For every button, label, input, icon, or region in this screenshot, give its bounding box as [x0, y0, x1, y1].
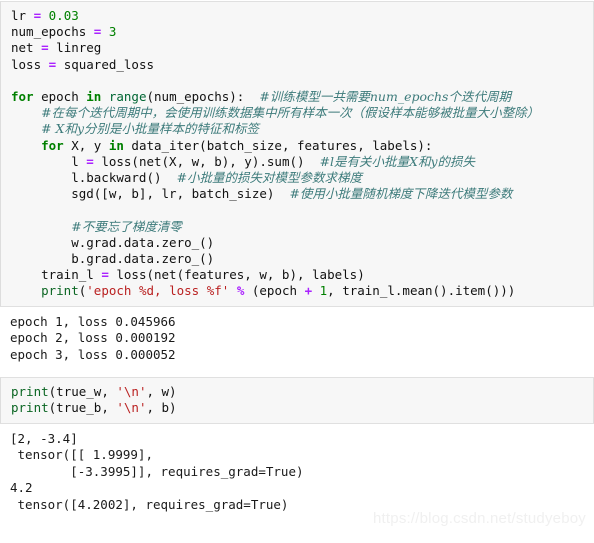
output-text-training-loss: epoch 1, loss 0.045966 epoch 2, loss 0.0… [10, 313, 176, 362]
code-cell-training-loop[interactable]: lr = 0.03 num_epochs = 3 net = linreg lo… [0, 1, 594, 307]
code-text-print-params[interactable]: print(true_w, '\n', w) print(true_b, '\n… [1, 384, 593, 416]
notebook-page: lr = 0.03 num_epochs = 3 net = linreg lo… [0, 1, 594, 543]
code-text-training-loop[interactable]: lr = 0.03 num_epochs = 3 net = linreg lo… [1, 8, 593, 300]
code-cell-print-params[interactable]: print(true_w, '\n', w) print(true_b, '\n… [0, 377, 594, 424]
output-text-params: [2, -3.4] tensor([[ 1.9999], [-3.3995]],… [10, 430, 304, 512]
output-cell-params: [2, -3.4] tensor([[ 1.9999], [-3.3995]],… [0, 423, 594, 519]
output-cell-training-loss: epoch 1, loss 0.045966 epoch 2, loss 0.0… [0, 306, 594, 369]
